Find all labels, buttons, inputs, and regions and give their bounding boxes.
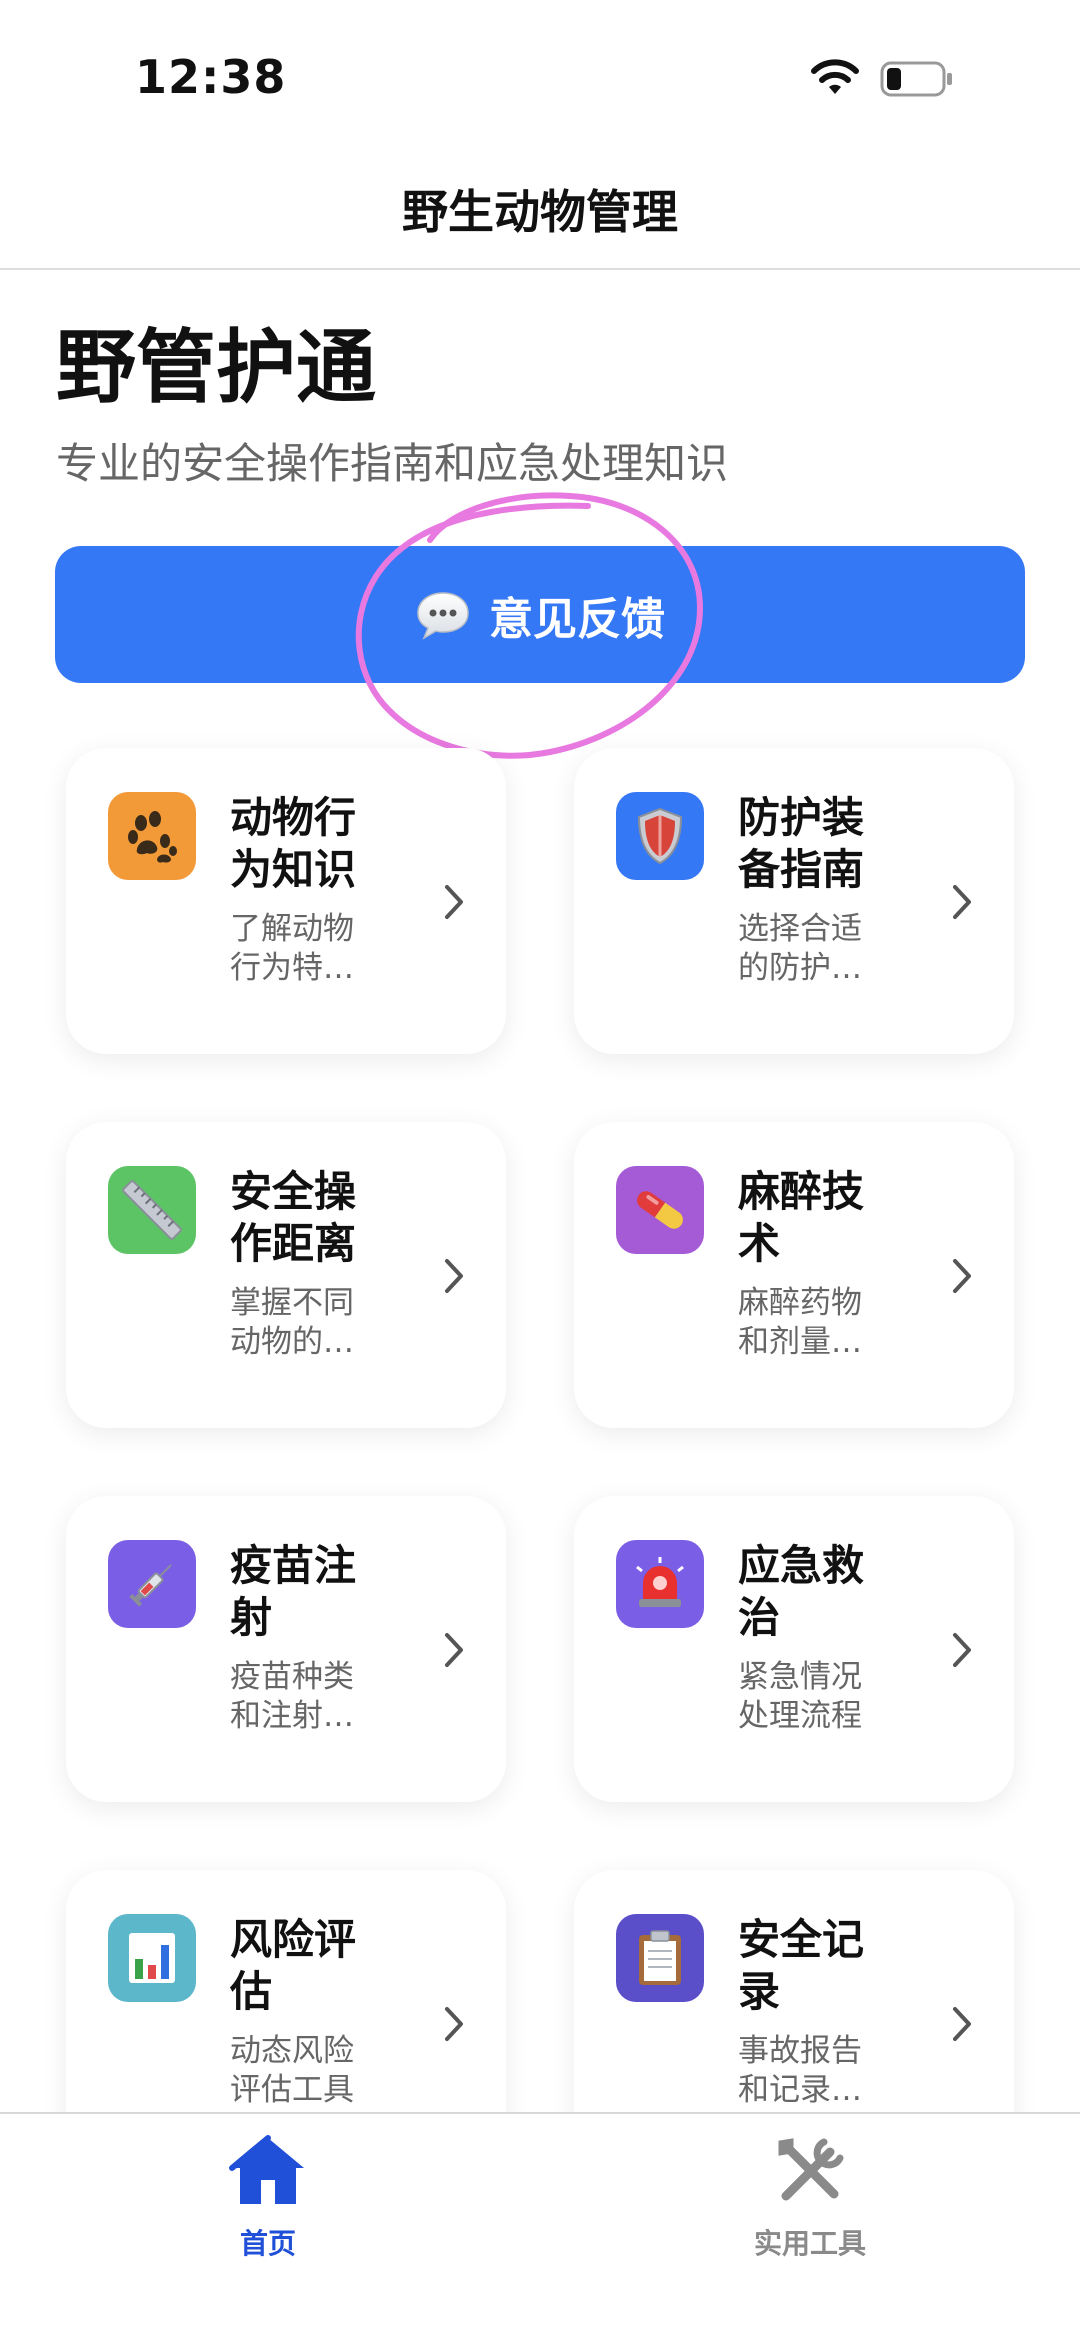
nav-title: 野生动物管理 <box>402 185 678 239</box>
tools-icon <box>778 2138 844 2201</box>
card-animal-behavior[interactable]: 动物行为知识 了解动物行为特… <box>66 748 506 1054</box>
app-title: 野管护通 <box>56 321 376 414</box>
card-vaccination[interactable]: 疫苗注射 疫苗种类和注射… <box>66 1496 506 1802</box>
paw-icon <box>128 811 177 863</box>
tab-label: 实用工具 <box>753 2227 866 2260</box>
card-icon-box <box>616 792 704 880</box>
tab-home[interactable]: 首页 <box>118 2132 418 2262</box>
screen: 12:38 野生动物管理 野管护通 专业的安全操作指南和应急处理知识 意见反馈 … <box>0 0 1080 2341</box>
chevron-right-icon <box>445 1259 463 1293</box>
pill-icon <box>637 1191 683 1229</box>
status-bar: 12:38 <box>0 0 1080 150</box>
card-desc: 掌握不同动物的… <box>230 1285 354 1360</box>
chevron-right-icon <box>445 1633 463 1667</box>
chevron-right-icon <box>445 885 463 919</box>
card-title: 疫苗注射 <box>230 1541 357 1642</box>
chevron-right-icon <box>953 1259 971 1293</box>
tab-tools[interactable]: 实用工具 <box>660 2132 960 2262</box>
chevron-right-icon <box>953 1633 971 1667</box>
card-icon-box <box>616 1166 704 1254</box>
nav-bar: 野生动物管理 <box>0 150 1080 270</box>
card-desc: 疫苗种类和注射… <box>230 1659 354 1734</box>
speech-bubble-icon <box>417 591 469 640</box>
card-title: 安全记录 <box>738 1915 865 2016</box>
card-desc: 麻醉药物和剂量… <box>738 1285 862 1360</box>
card-title: 防护装备指南 <box>738 793 865 894</box>
app-subtitle: 专业的安全操作指南和应急处理知识 <box>56 439 729 488</box>
card-desc: 了解动物行为特… <box>230 911 354 986</box>
bar-chart-icon <box>129 1933 175 1983</box>
card-desc: 事故报告和记录… <box>738 2033 862 2108</box>
card-emergency-treatment[interactable]: 应急救治 紧急情况处理流程 <box>574 1496 1014 1802</box>
home-icon <box>229 2135 304 2204</box>
card-safe-distance[interactable]: 安全操作距离 掌握不同动物的… <box>66 1122 506 1428</box>
card-protective-gear[interactable]: 防护装备指南 选择合适的防护… <box>574 748 1014 1054</box>
clipboard-icon <box>639 1930 681 1985</box>
siren-icon <box>636 1557 684 1607</box>
status-time: 12:38 <box>135 50 287 104</box>
card-title: 风险评估 <box>230 1915 357 2016</box>
card-icon-box <box>108 792 196 880</box>
syringe-icon <box>129 1564 172 1607</box>
card-anesthesia[interactable]: 麻醉技术 麻醉药物和剂量… <box>574 1122 1014 1428</box>
shield-icon <box>637 807 683 865</box>
feedback-label: 意见反馈 <box>489 593 665 645</box>
card-icon-box <box>108 1166 196 1254</box>
card-title: 安全操作距离 <box>230 1167 357 1268</box>
ruler-icon <box>122 1180 182 1240</box>
tab-label: 首页 <box>239 2227 296 2260</box>
card-icon-box <box>616 1914 704 2002</box>
card-title: 麻醉技术 <box>738 1167 865 1268</box>
card-title: 应急救治 <box>738 1541 865 1642</box>
battery-icon <box>880 61 952 97</box>
card-desc: 选择合适的防护… <box>738 911 862 986</box>
card-desc: 动态风险评估工具 <box>230 2033 354 2108</box>
card-title: 动物行为知识 <box>230 793 357 894</box>
chevron-right-icon <box>953 2007 971 2041</box>
card-icon-box <box>108 1914 196 2002</box>
tab-bar: 首页 实用工具 <box>0 2112 1080 2341</box>
chevron-right-icon <box>953 885 971 919</box>
card-icon-box <box>108 1540 196 1628</box>
card-icon-box <box>616 1540 704 1628</box>
card-desc: 紧急情况处理流程 <box>738 1659 862 1734</box>
feedback-button[interactable]: 意见反馈 <box>55 546 1025 683</box>
wifi-icon <box>811 59 859 94</box>
chevron-right-icon <box>445 2007 463 2041</box>
